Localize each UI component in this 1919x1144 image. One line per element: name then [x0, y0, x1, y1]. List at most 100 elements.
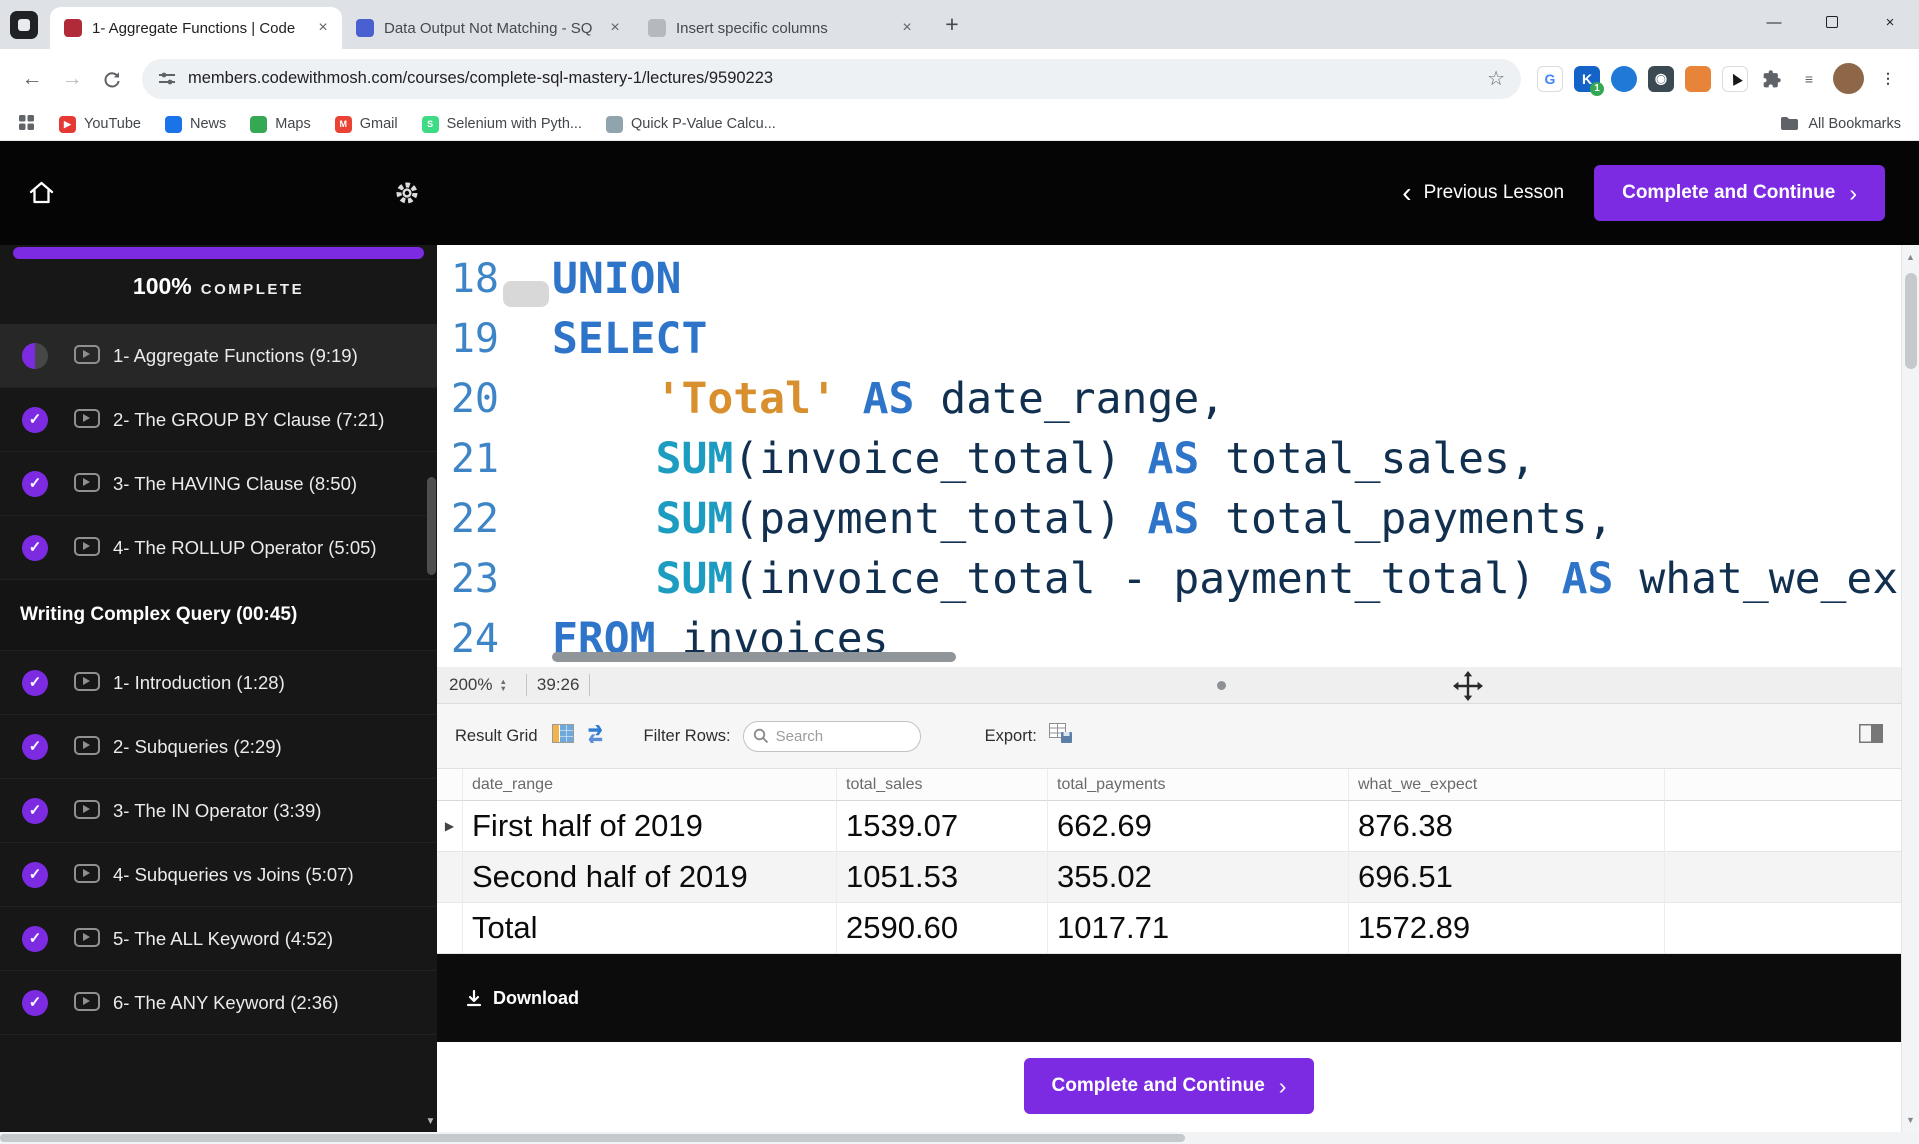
zoom-level: 200%: [449, 675, 493, 694]
stepper-down-icon[interactable]: ▼: [499, 685, 506, 693]
panel-toggle-icon[interactable]: [1859, 724, 1883, 748]
sidebar-scroll-down-icon[interactable]: ▼: [424, 1116, 437, 1127]
home-icon: [29, 181, 54, 204]
lesson-complete-icon: ✓: [22, 797, 48, 824]
bookmark-item[interactable]: Quick P-Value Calcu...: [606, 115, 776, 133]
browser-tab[interactable]: Data Output Not Matching - SQ ×: [342, 7, 634, 49]
keeper-extension-icon[interactable]: K1: [1574, 65, 1604, 96]
forward-button[interactable]: →: [52, 59, 92, 99]
translate-extension-icon[interactable]: G: [1537, 65, 1563, 92]
apps-grid-icon[interactable]: [18, 114, 35, 135]
bookmark-favicon-icon: M: [334, 115, 352, 133]
browser-menu-icon[interactable]: ⋮: [1875, 65, 1901, 92]
bookmark-favicon-icon: [164, 115, 182, 133]
browser-tab[interactable]: 1- Aggregate Functions | Code ×: [50, 7, 342, 49]
cursor-extension-icon[interactable]: ▶: [1722, 65, 1748, 92]
scroll-up-icon[interactable]: ▲: [1902, 252, 1919, 262]
editor-h-scrollbar[interactable]: [552, 652, 956, 662]
sidebar-lesson-item[interactable]: ✓ 6- The ANY Keyword (2:36): [0, 971, 437, 1035]
maximize-button[interactable]: [1803, 0, 1861, 44]
lesson-item-body: 1- Introduction (1:28): [74, 672, 285, 693]
blue-dot-extension-icon[interactable]: [1611, 65, 1637, 92]
result-cell: 2590.60: [837, 903, 1048, 954]
result-cell: Total: [463, 903, 837, 954]
refresh-icon[interactable]: [586, 724, 606, 748]
download-button[interactable]: Download: [465, 988, 579, 1009]
video-player[interactable]: 18 UNION 19 SELECT 20 'Total' AS date_range,…: [437, 245, 1901, 1132]
tab-favicon-icon: [648, 19, 666, 37]
settings-gear-icon[interactable]: [394, 180, 420, 206]
bookmark-star-icon[interactable]: ☆: [1487, 66, 1505, 91]
sidebar-scrollbar-thumb[interactable]: [427, 477, 436, 575]
all-bookmarks-button[interactable]: All Bookmarks: [1780, 116, 1901, 132]
sidebar-lesson-item[interactable]: ✓ 3- The IN Operator (3:39): [0, 779, 437, 843]
bookmark-item[interactable]: M Gmail: [334, 115, 398, 133]
sidebar-lesson-item[interactable]: ✓ 1- Introduction (1:28): [0, 651, 437, 715]
browser-tab[interactable]: Insert specific columns ×: [634, 7, 926, 49]
eye-extension-icon[interactable]: ◉: [1648, 65, 1674, 92]
extensions-puzzle-icon[interactable]: [1759, 65, 1785, 92]
bookmark-item[interactable]: ▶ YouTube: [59, 115, 141, 133]
profile-avatar[interactable]: [1833, 63, 1864, 94]
new-tab-button[interactable]: +: [934, 7, 970, 43]
tab-close-icon[interactable]: ×: [896, 17, 918, 39]
bookmark-item[interactable]: News: [164, 115, 226, 133]
complete-continue-button-bottom[interactable]: Complete and Continue ›: [1023, 1058, 1315, 1114]
tab-close-icon[interactable]: ×: [604, 17, 626, 39]
close-window-button[interactable]: ×: [1861, 0, 1919, 44]
sidebar-lesson-item[interactable]: 1- Aggregate Functions (9:19): [0, 324, 437, 388]
lesson-item-body: 4- The ROLLUP Operator (5:05): [74, 537, 377, 558]
column-header: date_range: [463, 769, 837, 801]
video-timestamp: 39:26: [536, 675, 580, 694]
result-cell: First half of 2019: [463, 801, 837, 852]
h-scrollbar-thumb[interactable]: [0, 1134, 1185, 1142]
reload-button[interactable]: [92, 59, 132, 99]
sidebar-lesson-item[interactable]: ✓ 2- Subqueries (2:29): [0, 715, 437, 779]
sidebar-lesson-item[interactable]: ✓ 4- Subqueries vs Joins (5:07): [0, 843, 437, 907]
minimize-button[interactable]: —: [1745, 0, 1803, 44]
orange-grid-extension-icon[interactable]: [1685, 65, 1711, 92]
home-button[interactable]: [28, 180, 55, 206]
result-row[interactable]: ▶ First half of 2019 1539.07 662.69 876.38: [437, 801, 1901, 852]
previous-lesson-label: Previous Lesson: [1423, 182, 1565, 203]
export-icon[interactable]: [1048, 723, 1073, 749]
complete-continue-button-top[interactable]: Complete and Continue ›: [1594, 165, 1885, 221]
page-v-scrollbar[interactable]: ▲ ▼: [1901, 245, 1919, 1132]
bookmark-item[interactable]: Maps: [250, 115, 311, 133]
sidebar-lesson-item[interactable]: ✓ 3- The HAVING Clause (8:50): [0, 452, 437, 516]
lesson-item-body: 3- The IN Operator (3:39): [74, 800, 321, 821]
code-text: SUM(payment_total) AS total_payments,: [655, 494, 1614, 544]
bookmark-label: Gmail: [359, 116, 398, 132]
video-play-icon: [74, 992, 100, 1011]
lesson-complete-icon: ✓: [22, 669, 48, 696]
previous-lesson-button[interactable]: ‹ Previous Lesson: [1402, 179, 1564, 207]
reading-list-icon[interactable]: ≡: [1796, 65, 1822, 92]
sidebar-lesson-item[interactable]: ✓ 2- The GROUP BY Clause (7:21): [0, 388, 437, 452]
bookmark-item[interactable]: S Selenium with Pyth...: [421, 115, 582, 133]
sidebar-lesson-item[interactable]: ✓ 4- The ROLLUP Operator (5:05): [0, 516, 437, 580]
result-row[interactable]: Second half of 2019 1051.53 355.02 696.51: [437, 852, 1901, 903]
row-filler-cell: [1665, 903, 1901, 954]
header-filler-cell: [1665, 769, 1901, 801]
result-cell: 1017.71: [1048, 903, 1349, 954]
video-play-icon: [74, 864, 100, 883]
sidebar-lesson-item[interactable]: ✓ 5- The ALL Keyword (4:52): [0, 907, 437, 971]
site-info-icon[interactable]: [158, 70, 176, 88]
zoom-stepper[interactable]: ▲ ▼: [499, 678, 506, 693]
seek-dot[interactable]: [1217, 681, 1226, 690]
bookmark-label: Selenium with Pyth...: [446, 116, 582, 132]
bookmark-label: Maps: [275, 116, 311, 132]
code-line: 20 'Total' AS date_range,: [437, 369, 1901, 429]
address-bar[interactable]: members.codewithmosh.com/courses/complet…: [142, 58, 1521, 99]
code-line: 21 SUM(invoice_total) AS total_sales,: [437, 429, 1901, 489]
video-play-icon: [74, 409, 100, 428]
scroll-down-icon[interactable]: ▼: [1902, 1115, 1919, 1125]
tab-close-icon[interactable]: ×: [312, 17, 334, 39]
complete-continue-label: Complete and Continue: [1051, 1075, 1265, 1096]
result-row[interactable]: Total 2590.60 1017.71 1572.89: [437, 903, 1901, 954]
v-scrollbar-thumb[interactable]: [1905, 273, 1917, 369]
back-button[interactable]: ←: [12, 59, 52, 99]
page-h-scrollbar[interactable]: [0, 1132, 1919, 1144]
search-input[interactable]: [742, 720, 921, 752]
line-number: 21: [450, 436, 499, 482]
